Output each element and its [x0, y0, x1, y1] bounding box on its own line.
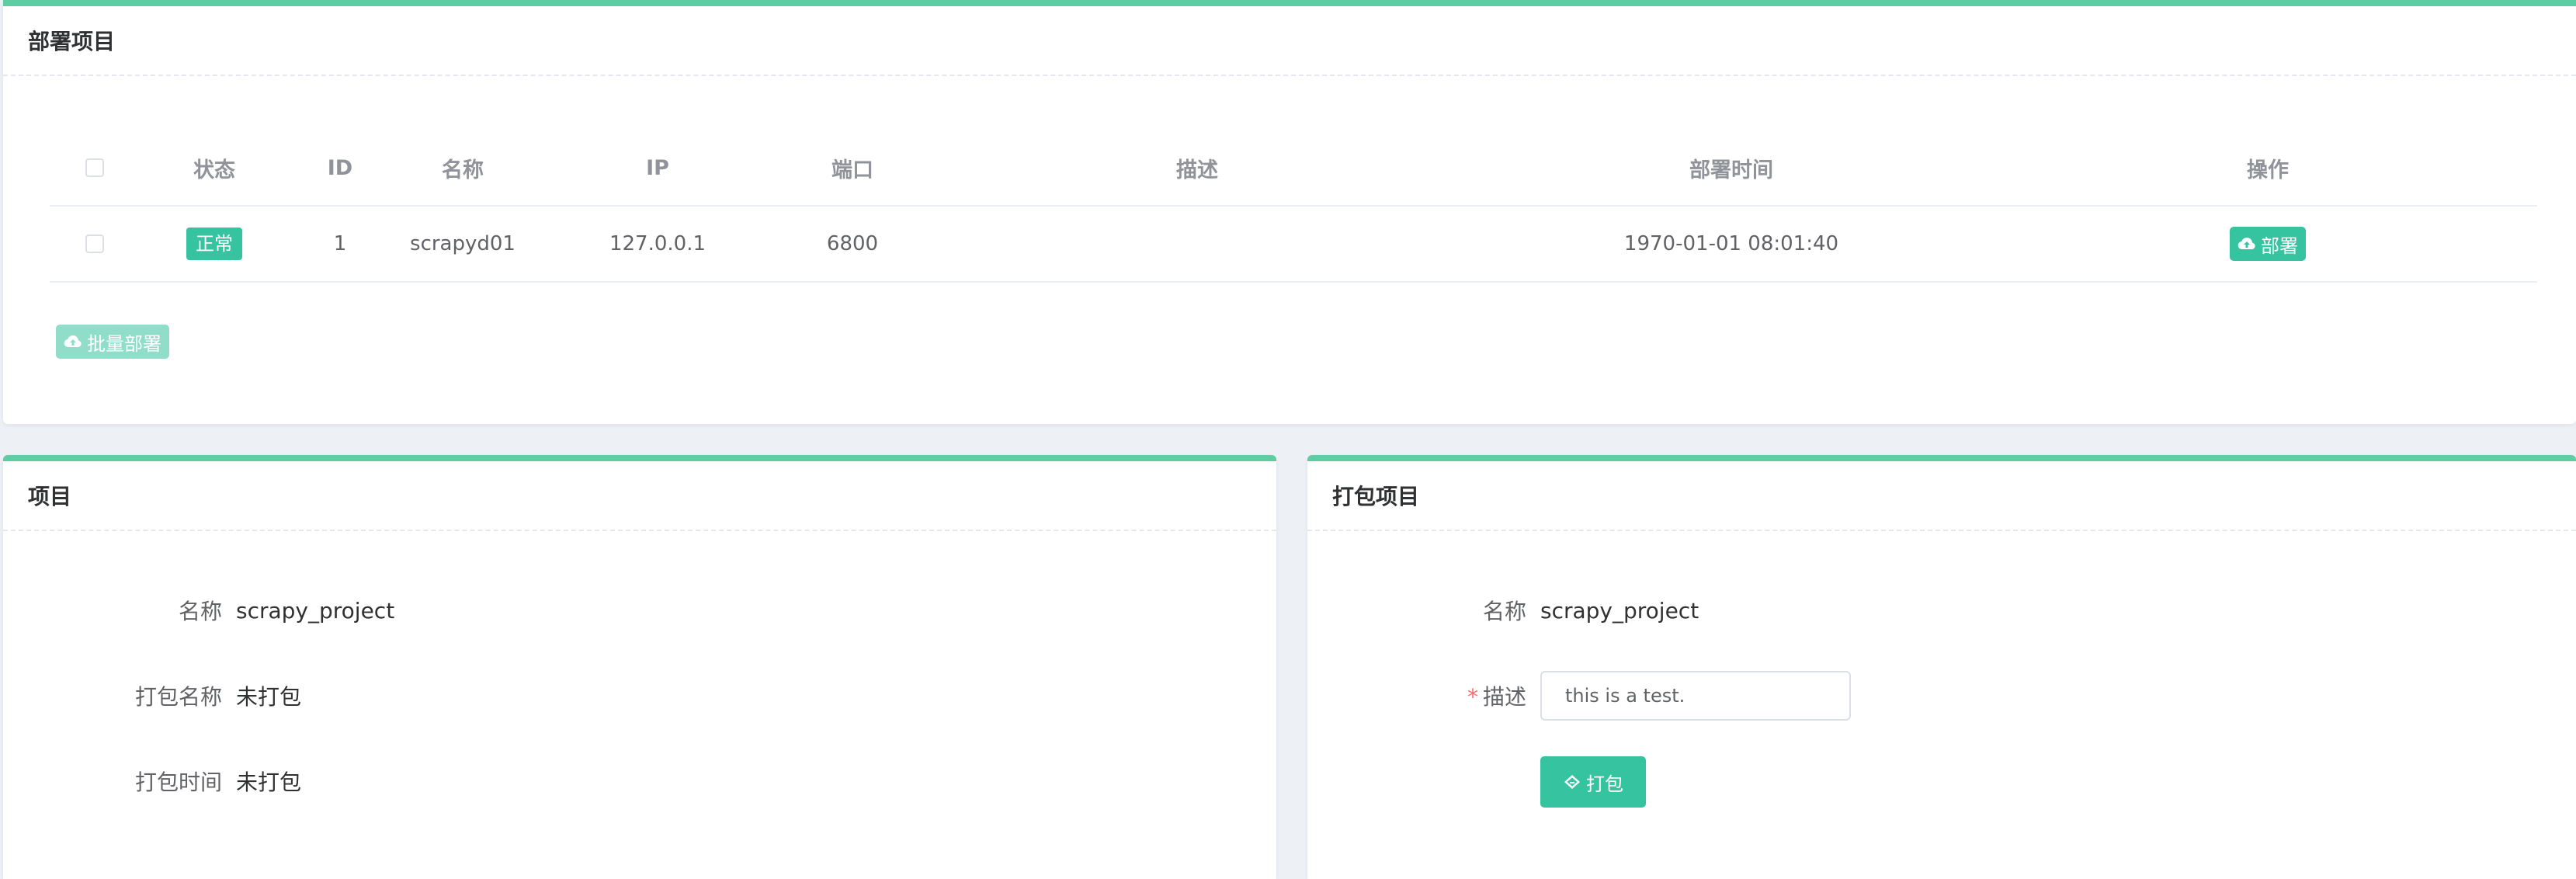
project-card: 项目: [3, 455, 1276, 879]
project-name-value: scrapy_project: [236, 597, 395, 624]
cell-deploy-time: 1970-01-01 08:01:40: [1623, 232, 1839, 255]
required-mark: *: [1467, 684, 1478, 710]
table-row: 正常 1 scrapyd01 127.0.0.1 6800 1970-01-01…: [50, 207, 2537, 283]
description-label-text: 描述: [1482, 684, 1526, 710]
column-header-ip[interactable]: IP: [646, 130, 669, 205]
package-card-title: 打包项目: [1307, 461, 2576, 531]
cell-ip: 127.0.0.1: [609, 232, 706, 255]
column-header-name[interactable]: 名称: [442, 130, 484, 205]
column-header-status[interactable]: 状态: [193, 130, 235, 205]
cell-name: scrapyd01: [410, 232, 516, 255]
batch-deploy-label: 批量部署: [87, 332, 161, 355]
description-label: * 描述: [1467, 680, 1526, 711]
deploy-card-title: 部署项目: [3, 6, 2576, 76]
deploy-button-label: 部署: [2261, 235, 2298, 257]
column-header-port[interactable]: 端口: [831, 130, 873, 205]
description-input[interactable]: [1540, 671, 1851, 721]
package-button-label: 打包: [1586, 773, 1623, 795]
package-time-value: 未打包: [236, 770, 302, 795]
project-card-title: 项目: [3, 461, 1276, 531]
package-project-card: 打包项目: [1307, 455, 2576, 879]
package-button[interactable]: 打包: [1540, 756, 1646, 808]
deploy-button[interactable]: 部署: [2230, 227, 2306, 261]
package-icon: [1564, 775, 1580, 789]
select-all-checkbox[interactable]: [85, 158, 104, 177]
column-header-deploy-time[interactable]: 部署时间: [1689, 130, 1773, 205]
cloud-upload-icon: [2238, 237, 2255, 250]
row-checkbox[interactable]: [85, 235, 104, 253]
status-badge: 正常: [186, 228, 242, 260]
table-header-row: 状态 ID 名称 IP 端口 描述 部署时间 操作: [50, 130, 2537, 207]
column-header-operation: 操作: [2247, 158, 2289, 182]
project-name-label: 名称: [178, 599, 222, 624]
column-header-desc[interactable]: 描述: [1176, 130, 1218, 205]
cell-id: 1: [333, 232, 347, 255]
cloud-upload-icon: [64, 335, 82, 348]
package-name-value: 未打包: [236, 684, 302, 710]
package-name-label: 打包名称: [134, 684, 222, 710]
package-time-label: 打包时间: [134, 770, 222, 795]
cell-port: 6800: [826, 232, 879, 255]
column-header-id[interactable]: ID: [328, 130, 352, 205]
batch-deploy-button[interactable]: 批量部署: [56, 325, 169, 359]
deploy-table: 状态 ID 名称 IP 端口 描述 部署时间 操作 正常 1 scrapyd01…: [50, 130, 2537, 283]
package-project-name-value: scrapy_project: [1540, 597, 1699, 624]
package-project-name-label: 名称: [1482, 599, 1526, 624]
deploy-project-card: 部署项目 状态 ID 名称 IP 端口 描述 部署时间 操作 正常 1 scra…: [3, 0, 2576, 424]
